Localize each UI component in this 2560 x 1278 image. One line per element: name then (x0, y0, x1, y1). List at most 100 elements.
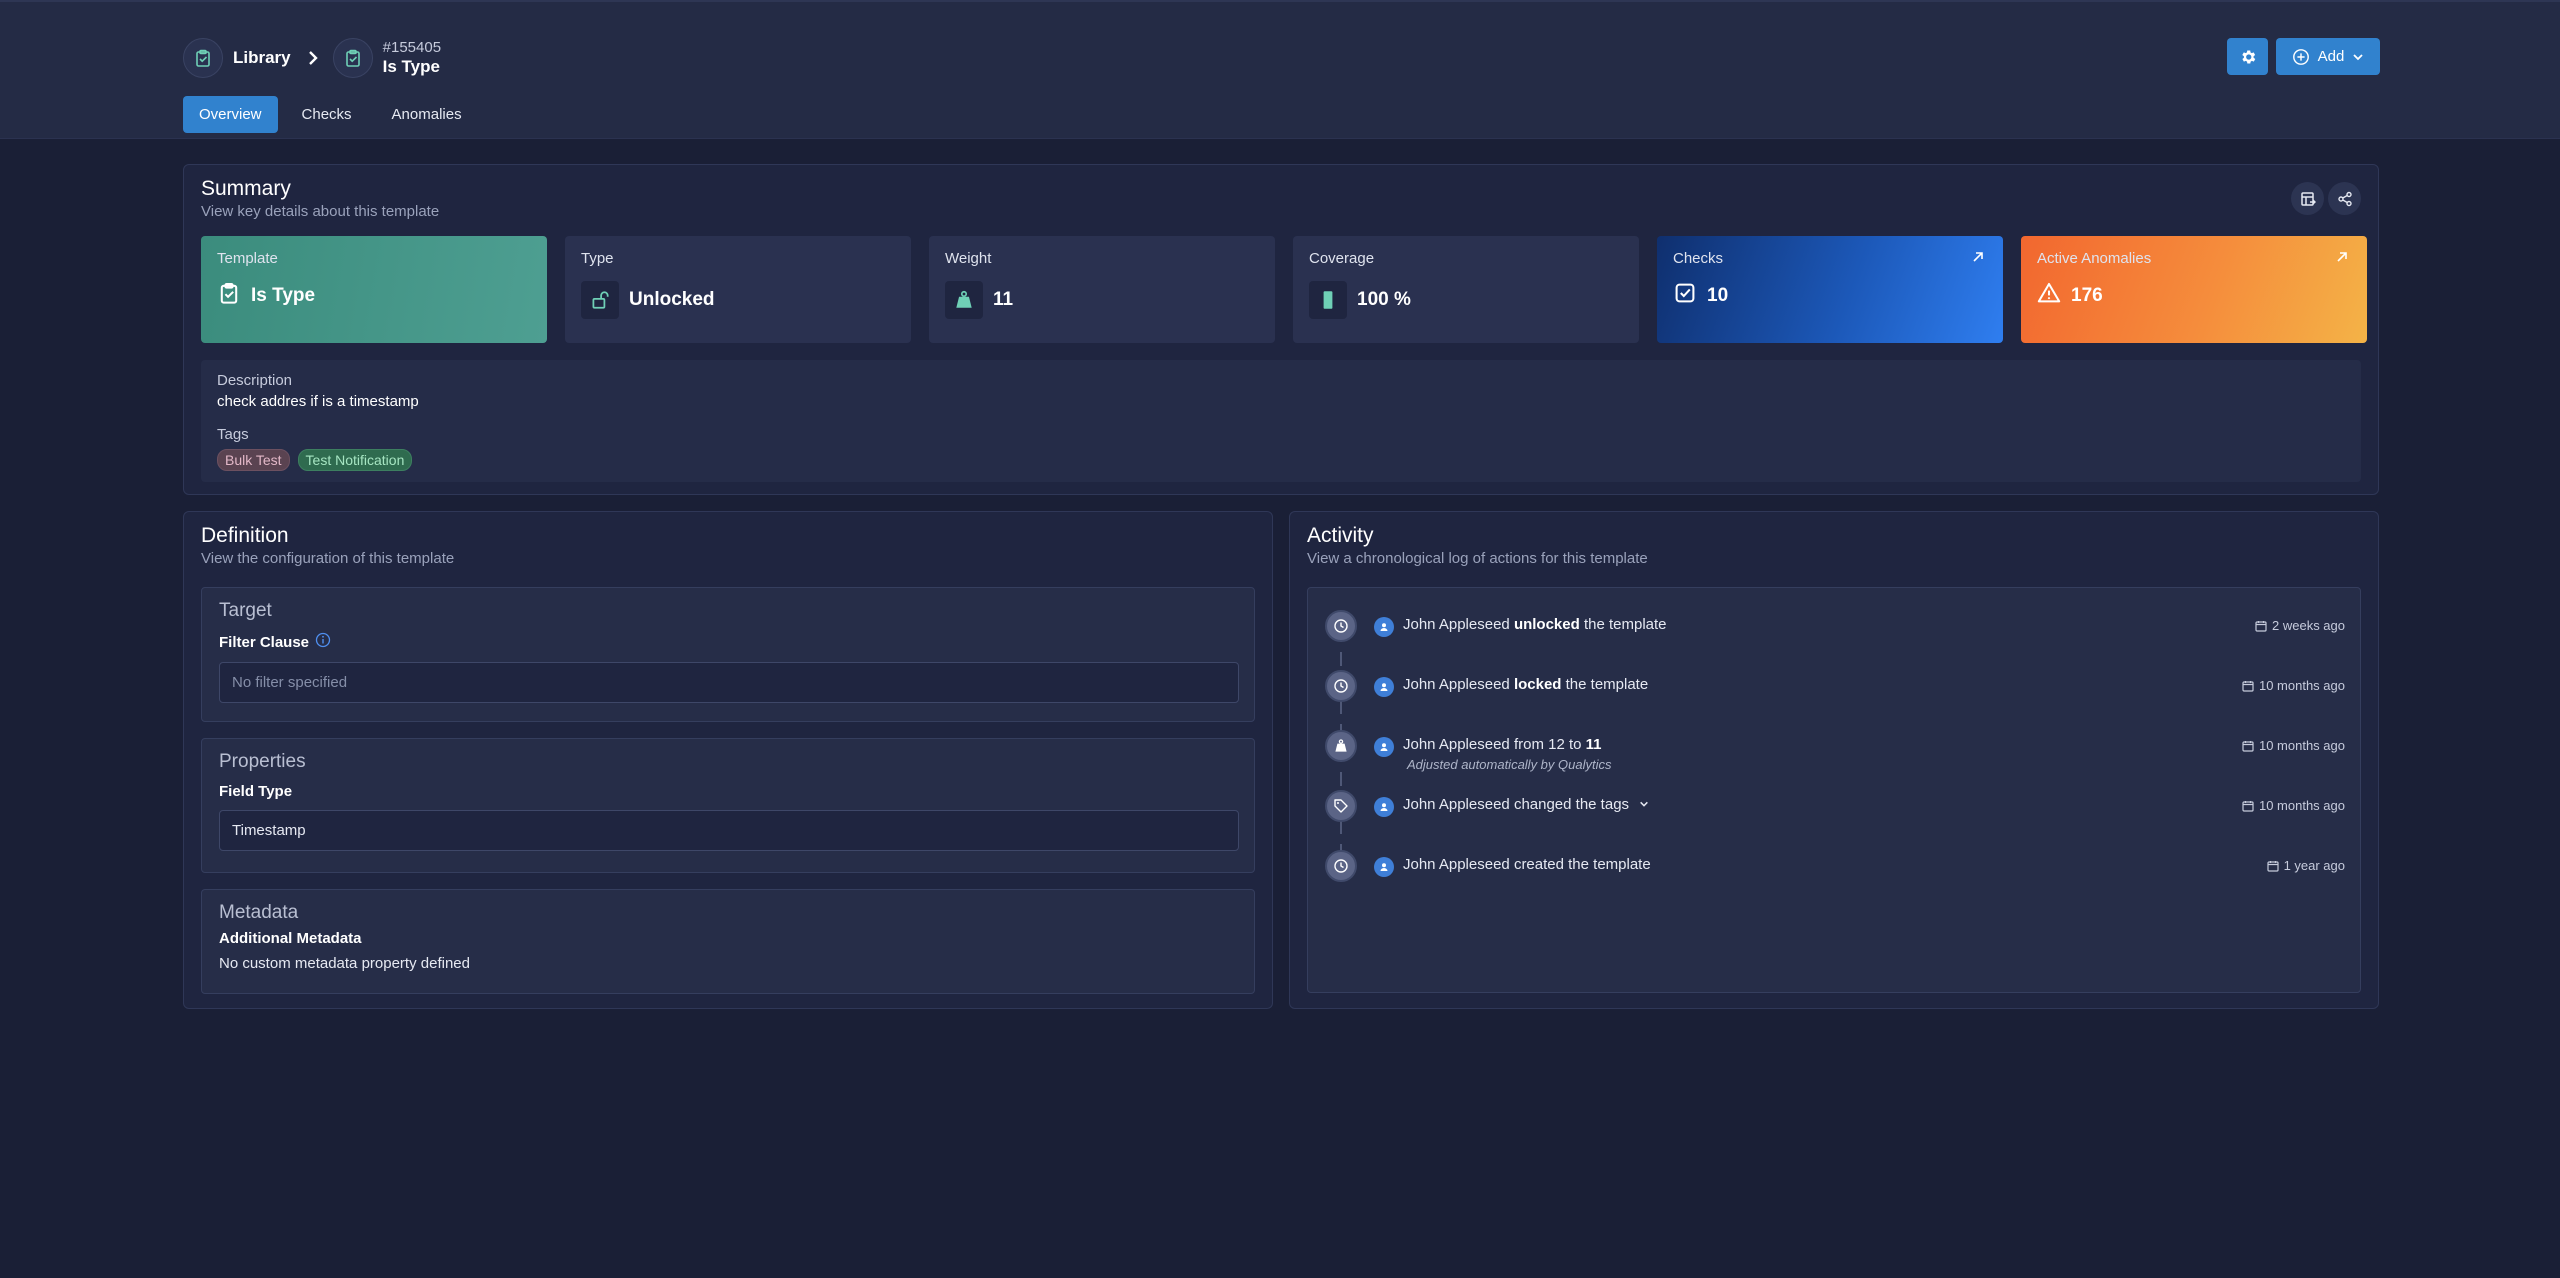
template-name: Is Type (382, 56, 440, 76)
activity-item: John Appleseed created the template 1 ye… (1325, 850, 2345, 890)
card-value: 11 (993, 289, 1014, 310)
target-section: Target Filter Clause No filter specified (201, 587, 1255, 722)
checks-card[interactable]: Checks 10 (1657, 236, 2003, 343)
calendar-icon (2242, 800, 2254, 812)
calendar-icon (2266, 860, 2279, 872)
expand-chevron-down-icon[interactable] (1639, 796, 1649, 813)
unlock-icon (581, 281, 619, 319)
export-table-icon (2300, 191, 2316, 206)
activity-text: John Appleseed changed the tags (1403, 796, 1649, 813)
card-label: Active Anomalies (2037, 250, 2152, 267)
breadcrumb-library-link[interactable]: Library (233, 48, 291, 68)
field-type-field[interactable]: Timestamp (219, 810, 1239, 851)
user-avatar-icon (1374, 857, 1394, 877)
warning-icon (2037, 281, 2061, 310)
activity-timestamp: 2 weeks ago (2255, 618, 2345, 633)
activity-item: John Appleseed unlocked the template 2 w… (1325, 610, 2345, 650)
definition-panel: Definition View the configuration of thi… (183, 511, 1273, 1009)
activity-text: John Appleseed locked the template (1403, 676, 1649, 693)
user-avatar-icon (1374, 617, 1394, 637)
tag-badge[interactable]: Bulk Test (217, 449, 290, 471)
info-icon[interactable] (315, 632, 331, 652)
chevron-right-icon (307, 50, 319, 66)
activity-timeline: John Appleseed unlocked the template 2 w… (1307, 587, 2361, 993)
metadata-section: Metadata Additional Metadata No custom m… (201, 889, 1255, 994)
metadata-value: No custom metadata property defined (219, 955, 470, 972)
clock-icon (1325, 610, 1357, 642)
weight-icon (945, 281, 983, 319)
card-label: Type (581, 250, 614, 267)
plus-circle-icon (2292, 48, 2309, 65)
add-button[interactable]: Add (2276, 38, 2380, 75)
arrow-up-right-icon (1971, 250, 1985, 269)
definition-subtitle: View the configuration of this template (201, 550, 455, 567)
card-label: Weight (945, 250, 992, 267)
coverage-bar-icon (1309, 281, 1347, 319)
user-avatar-icon (1374, 797, 1394, 817)
activity-panel: Activity View a chronological log of act… (1289, 511, 2379, 1009)
activity-item: John Appleseed from 12 to 11 Adjusted au… (1325, 730, 2345, 772)
clipboard-check-icon (183, 38, 223, 78)
field-type-label: Field Type (219, 783, 293, 800)
settings-button[interactable] (2227, 38, 2268, 75)
tab-bar: Overview Checks Anomalies (183, 96, 478, 133)
card-value: 176 (2071, 284, 2103, 306)
summary-panel: Summary View key details about this temp… (183, 164, 2379, 495)
properties-section: Properties Field Type Timestamp (201, 738, 1255, 873)
active-anomalies-card[interactable]: Active Anomalies 176 (2021, 236, 2367, 343)
card-label: Coverage (1309, 250, 1375, 267)
breadcrumb: Library #155405 Is Type (183, 38, 441, 78)
share-button[interactable] (2328, 182, 2361, 215)
export-button[interactable] (2291, 182, 2324, 215)
clipboard-check-icon (332, 38, 373, 78)
metadata-title: Metadata (219, 902, 299, 923)
tab-overview[interactable]: Overview (183, 96, 278, 133)
activity-timestamp: 10 months ago (2242, 798, 2345, 813)
type-card: Type Unlocked (565, 236, 911, 343)
template-card: Template Is Type (201, 236, 547, 343)
description-text: check addres if is a timestamp (217, 393, 419, 410)
summary-tools (2291, 182, 2361, 215)
card-value: Is Type (251, 284, 316, 306)
additional-metadata-label: Additional Metadata (219, 930, 362, 947)
tab-anomalies[interactable]: Anomalies (376, 96, 478, 133)
card-value: 100 % (1357, 289, 1411, 310)
tab-checks[interactable]: Checks (286, 96, 368, 133)
tag-badge[interactable]: Test Notification (297, 449, 413, 471)
calendar-icon (2255, 620, 2267, 632)
chevron-down-icon (2353, 53, 2363, 60)
activity-timestamp: 1 year ago (2266, 858, 2345, 873)
card-value: 10 (1707, 284, 1729, 306)
checkbox-icon (1673, 281, 1697, 310)
activity-timestamp: 10 months ago (2242, 678, 2345, 693)
card-value: Unlocked (629, 289, 715, 310)
breadcrumb-current: #155405 Is Type (383, 39, 441, 77)
weight-icon (1325, 730, 1357, 762)
header-bar: Library #155405 Is Type Add Overview Che… (0, 0, 2560, 139)
activity-note: Adjusted automatically by Qualytics (1407, 757, 1612, 772)
share-icon (2337, 191, 2352, 206)
header-actions: Add (2227, 38, 2380, 75)
coverage-card: Coverage 100 % (1293, 236, 1639, 343)
definition-title: Definition (201, 524, 289, 547)
clock-icon (1325, 670, 1357, 702)
filter-clause-field[interactable]: No filter specified (219, 662, 1239, 703)
calendar-icon (2242, 740, 2254, 752)
activity-text: John Appleseed unlocked the template (1403, 616, 1667, 633)
add-button-label: Add (2317, 48, 2345, 65)
card-label: Checks (1673, 250, 1724, 267)
calendar-icon (2242, 680, 2254, 692)
target-title: Target (219, 600, 272, 621)
description-section: Description check addres if is a timesta… (201, 360, 2361, 482)
gear-icon (2241, 49, 2255, 64)
activity-timestamp: 10 months ago (2242, 738, 2345, 753)
activity-item: John Appleseed locked the template 10 mo… (1325, 670, 2345, 710)
filter-clause-label: Filter Clause (219, 633, 310, 651)
tags-label: Tags (217, 426, 249, 443)
activity-text: John Appleseed from 12 to 11 (1403, 736, 1602, 753)
activity-subtitle: View a chronological log of actions for … (1307, 550, 1648, 567)
arrow-up-right-icon (2335, 250, 2349, 269)
tag-icon (1325, 790, 1357, 822)
user-avatar-icon (1374, 737, 1394, 757)
template-id: #155405 (382, 38, 442, 56)
